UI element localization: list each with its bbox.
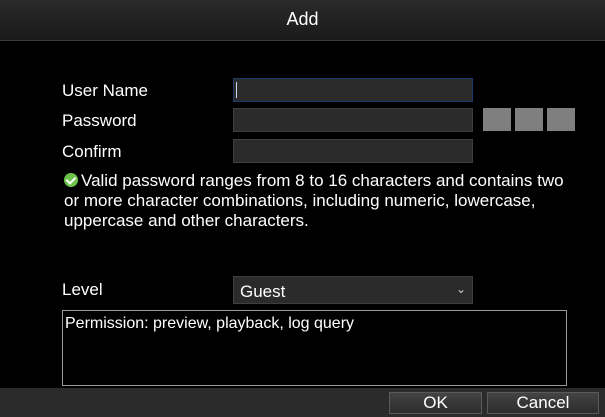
text-cursor — [236, 82, 237, 98]
permission-text: Permission: preview, playback, log query — [65, 315, 355, 332]
level-selected-value: Guest — [240, 282, 286, 301]
permission-box: Permission: preview, playback, log query — [62, 310, 567, 386]
chevron-down-icon: ⌄ — [455, 282, 466, 296]
password-label: Password — [62, 111, 137, 130]
check-circle-icon — [64, 173, 78, 187]
password-strength-block-2 — [515, 108, 543, 131]
password-requirement-text: Valid password ranges from 8 to 16 chara… — [64, 171, 564, 230]
level-label: Level — [62, 280, 103, 299]
password-strength-block-3 — [547, 108, 575, 131]
confirm-label: Confirm — [62, 142, 122, 161]
dialog-title: Add — [286, 9, 319, 29]
password-input[interactable] — [233, 108, 473, 132]
password-requirement-note: Valid password ranges from 8 to 16 chara… — [64, 171, 564, 231]
user-name-label: User Name — [62, 81, 148, 100]
ok-button[interactable]: OK — [389, 392, 482, 414]
level-select[interactable]: Guest ⌄ — [233, 276, 473, 304]
user-name-input[interactable] — [233, 78, 473, 102]
password-strength-block-1 — [483, 108, 511, 131]
confirm-input[interactable] — [233, 139, 473, 163]
dialog-title-bar: Add — [0, 0, 605, 41]
cancel-button[interactable]: Cancel — [487, 392, 599, 414]
